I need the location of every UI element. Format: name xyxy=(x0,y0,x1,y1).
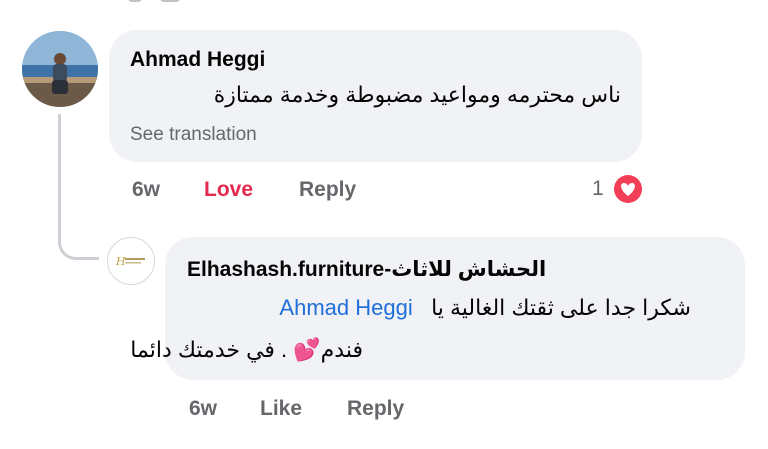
fragment-mark xyxy=(160,0,180,2)
comment-text: فندم💕 . في خدمتك دائما xyxy=(130,337,363,362)
comment-author[interactable]: Ahmad Heggi xyxy=(130,48,265,72)
svg-text:H: H xyxy=(115,255,126,268)
reply-button[interactable]: Reply xyxy=(299,178,356,202)
reply-thread-connector xyxy=(58,114,99,260)
comment-text: شكرا جدا على ثقتك الغالية يا xyxy=(431,295,691,320)
heart-icon xyxy=(621,183,635,196)
comment-timestamp[interactable]: 6w xyxy=(132,178,160,202)
reaction-count[interactable]: 1 xyxy=(592,177,604,201)
avatar[interactable]: H xyxy=(107,237,155,285)
like-button[interactable]: Like xyxy=(260,397,302,421)
comment-bubble: Ahmad Heggi ناس محترمه ومواعيد مضبوطة وخ… xyxy=(109,30,642,162)
see-translation-link[interactable]: See translation xyxy=(130,124,257,146)
comment-text: ناس محترمه ومواعيد مضبوطة وخدمة ممتازة xyxy=(213,82,621,107)
comment-timestamp[interactable]: 6w xyxy=(189,397,217,421)
fragment-mark xyxy=(128,0,142,2)
brand-logo-icon: H xyxy=(115,255,145,268)
mentioned-user-link[interactable]: Ahmad Heggi xyxy=(279,295,412,320)
comment-author[interactable]: Elhashash.furniture-الحشاش للاثاث xyxy=(187,257,546,282)
reply-button[interactable]: Reply xyxy=(347,397,404,421)
comment-text-line: شكرا جدا على ثقتك الغالية يا Ahmad Heggi xyxy=(279,295,691,321)
heart-reaction-icon[interactable] xyxy=(614,175,642,203)
avatar[interactable] xyxy=(22,31,98,107)
comment-bubble: Elhashash.furniture-الحشاش للاثاث شكرا ج… xyxy=(130,237,745,380)
love-reaction-button[interactable]: Love xyxy=(204,178,253,202)
profile-photo-icon xyxy=(22,31,98,107)
